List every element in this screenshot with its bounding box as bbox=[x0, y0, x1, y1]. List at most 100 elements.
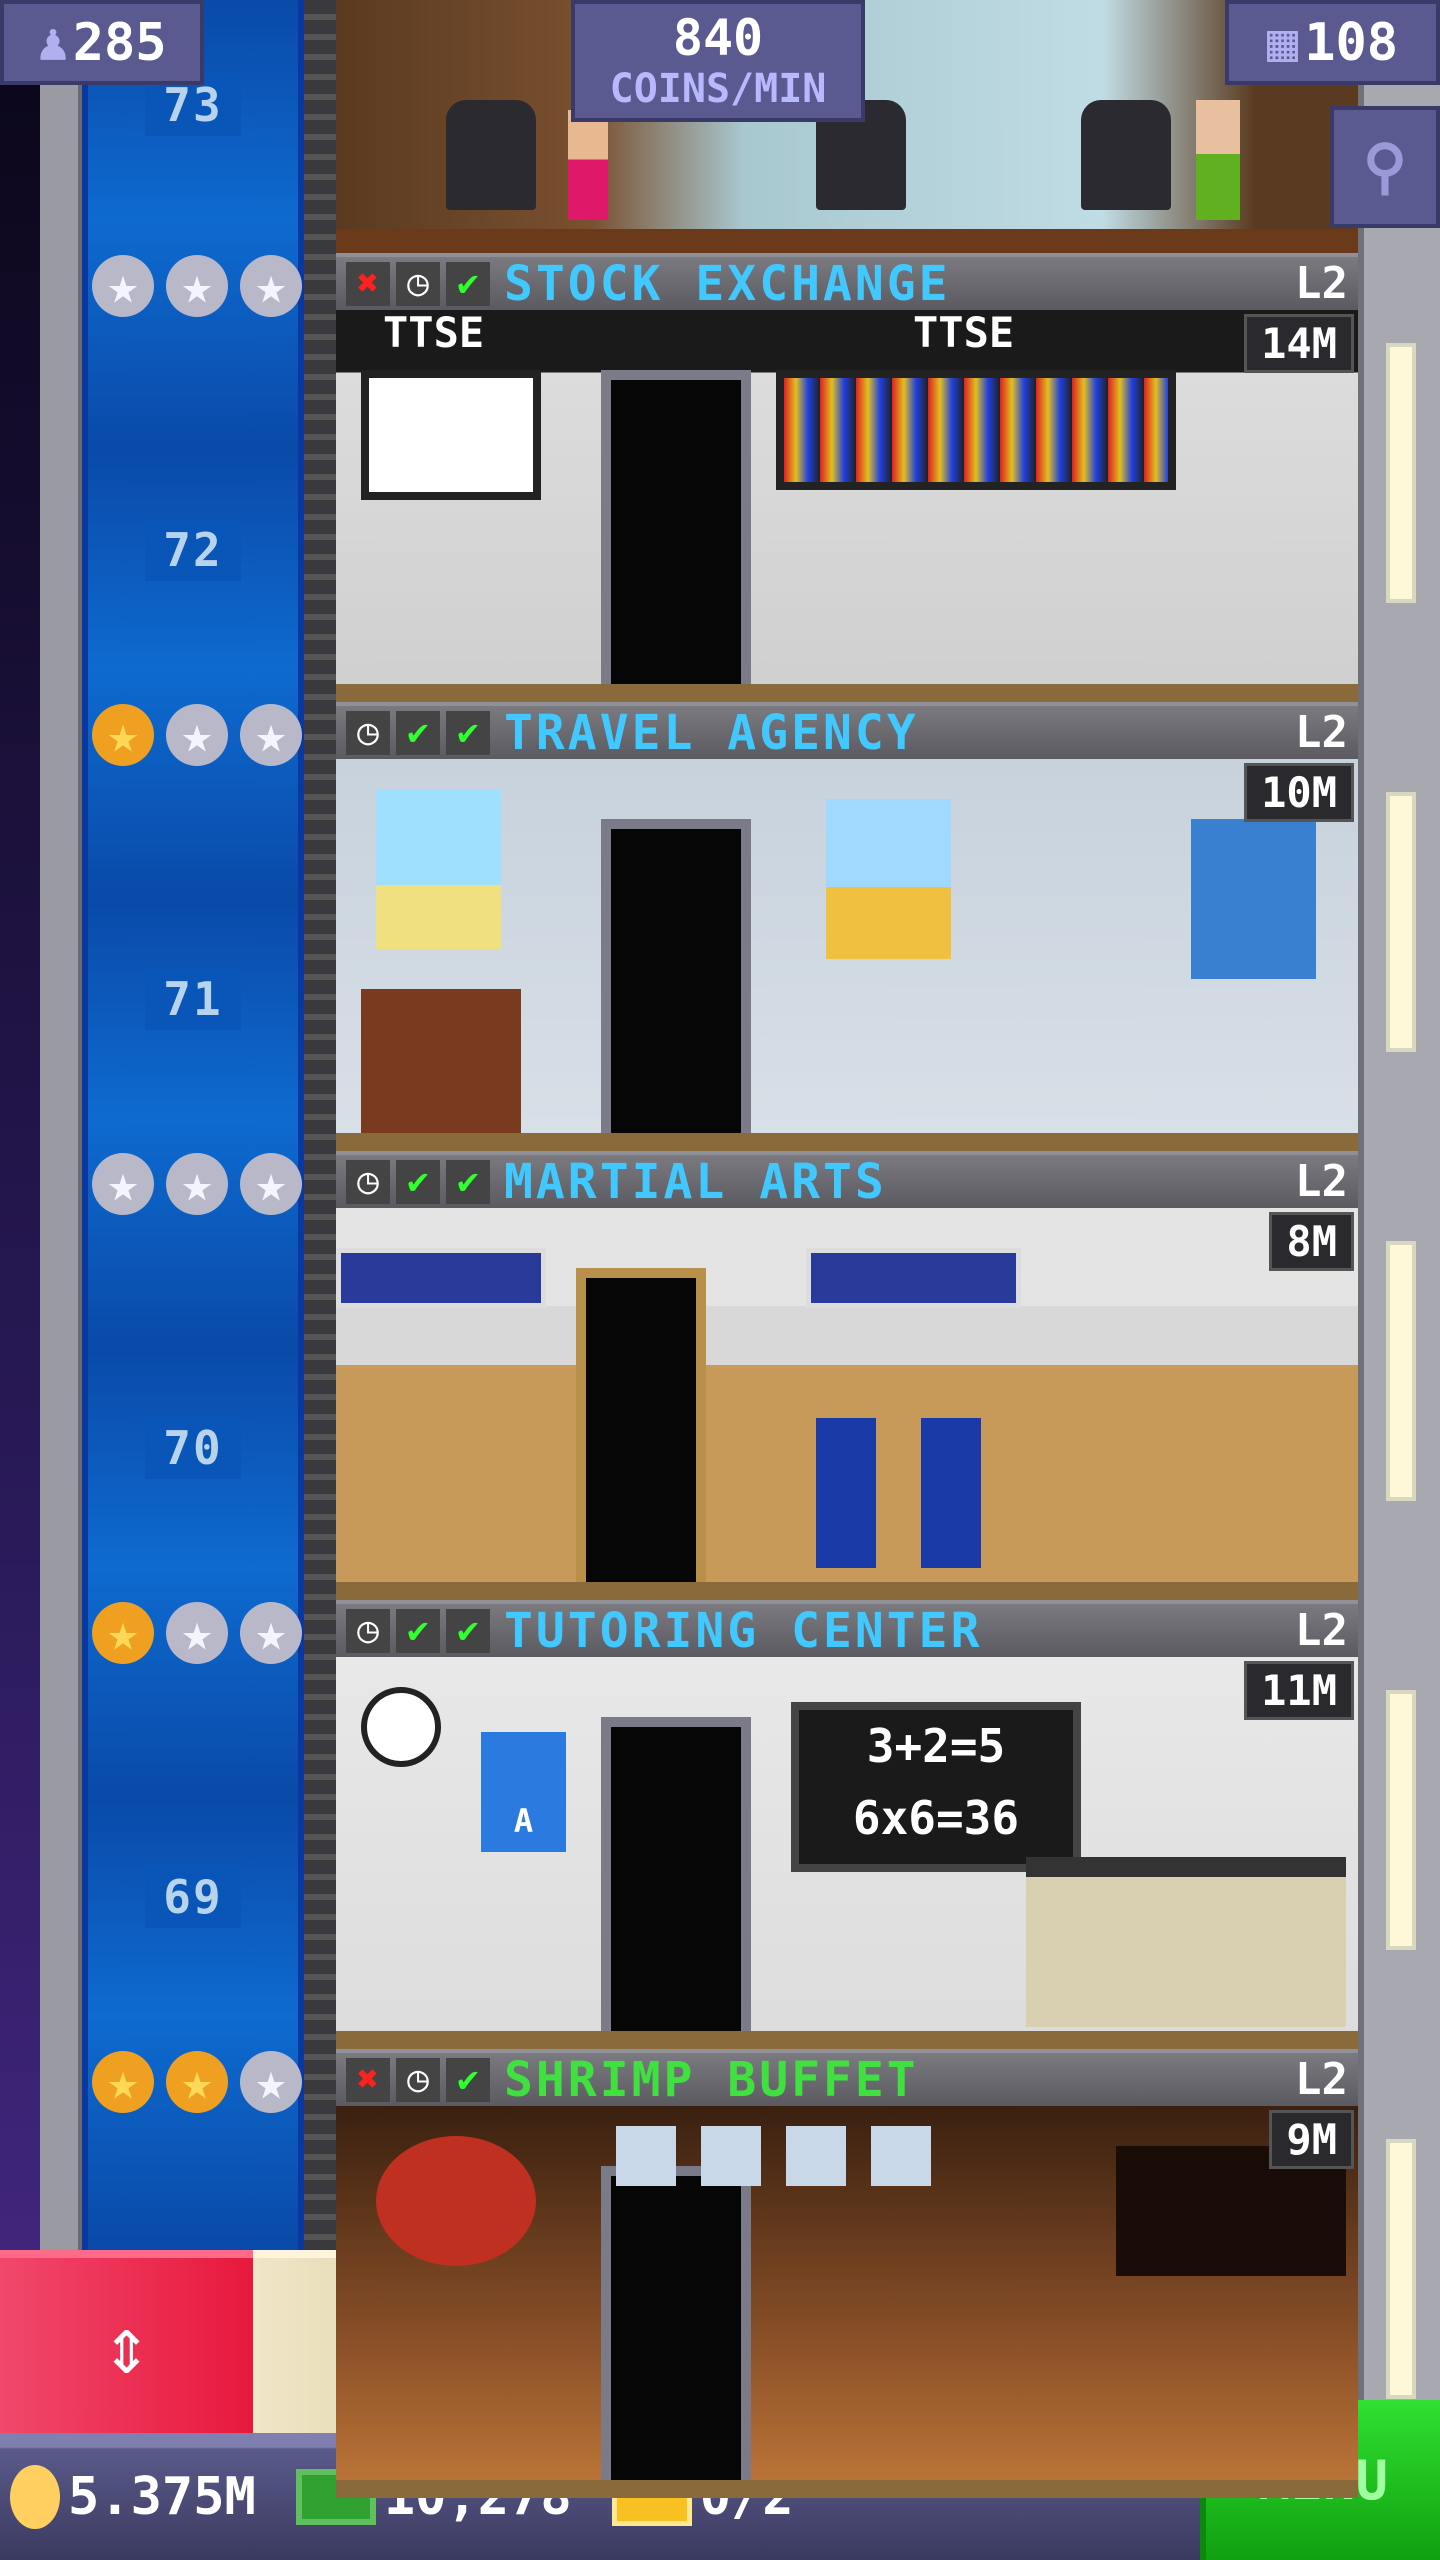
floor-label-bar[interactable]: ◷ ✔ ✔ TUTORING CENTER L2 bbox=[336, 1600, 1358, 1659]
clock-icon[interactable]: ◷ bbox=[346, 1159, 390, 1204]
silver-star-icon: ★ bbox=[240, 255, 302, 317]
clock-icon[interactable]: ◷ bbox=[396, 2057, 440, 2102]
door[interactable] bbox=[601, 2166, 751, 2498]
floor-level: L2 bbox=[1295, 258, 1348, 309]
tower-window bbox=[1386, 2139, 1416, 2399]
check-icon[interactable]: ✔ bbox=[396, 1608, 440, 1653]
tenant-pink[interactable] bbox=[568, 110, 608, 220]
floor-label-bar[interactable]: ◷ ✔ ✔ TRAVEL AGENCY L2 bbox=[336, 702, 1358, 761]
stock-sign: TTSE bbox=[901, 310, 1027, 357]
silver-star-icon: ★ bbox=[166, 1153, 228, 1215]
floor-level: L2 bbox=[1295, 1156, 1348, 1207]
floor-label-bar[interactable]: ◷ ✔ ✔ MARTIAL ARTS L2 bbox=[336, 1151, 1358, 1210]
search-button[interactable]: ⚲ bbox=[1330, 106, 1440, 228]
floor-label-bar[interactable]: ✖ ◷ ✔ SHRIMP BUFFET L2 bbox=[336, 2049, 1358, 2108]
silver-star-icon: ★ bbox=[166, 255, 228, 317]
population-value: 285 bbox=[72, 12, 167, 73]
plates-shelf bbox=[616, 2126, 956, 2186]
floor-stars: ★ ★ ★ bbox=[92, 255, 302, 317]
banner-sign bbox=[806, 1248, 1021, 1308]
check-icon[interactable]: ✔ bbox=[396, 710, 440, 755]
punching-bag bbox=[921, 1418, 981, 1568]
floor-strip bbox=[336, 1582, 1358, 1600]
beach-poster bbox=[376, 789, 501, 949]
check-icon[interactable]: ✔ bbox=[446, 710, 490, 755]
check-icon[interactable]: ✔ bbox=[446, 261, 490, 306]
clock-icon[interactable]: ◷ bbox=[346, 1608, 390, 1653]
floor-label-bar[interactable]: ✖ ◷ ✔ STOCK EXCHANGE L2 bbox=[336, 253, 1358, 312]
floor-number: 72 bbox=[82, 519, 304, 581]
tower-window bbox=[1386, 1690, 1416, 1950]
tower-pillar bbox=[40, 0, 82, 2560]
stock-sign: TTSE bbox=[371, 310, 497, 357]
floor-number-value: 70 bbox=[145, 1417, 241, 1479]
floor-strip bbox=[336, 2480, 1358, 2498]
floor-income-badge: 11M bbox=[1244, 1661, 1354, 1720]
tower-window bbox=[1386, 1241, 1416, 1501]
gold-star-icon: ★ bbox=[166, 2051, 228, 2113]
coins-per-min-label: COINS/MIN bbox=[609, 66, 827, 112]
floor-room-tutor[interactable]: 3+2=5 6x6=36 A 11M bbox=[336, 1657, 1358, 2049]
clock-icon[interactable]: ◷ bbox=[346, 710, 390, 755]
chalkboard-line: 6x6=36 bbox=[852, 1791, 1020, 1845]
floor-income-badge: 9M bbox=[1269, 2110, 1354, 2169]
floor-room-travel[interactable]: 10M bbox=[336, 759, 1358, 1151]
silver-star-icon: ★ bbox=[240, 1602, 302, 1664]
wall-clock-icon bbox=[361, 1687, 441, 1767]
floor-name: TRAVEL AGENCY bbox=[504, 704, 919, 761]
floor-number: 73 bbox=[82, 74, 304, 136]
door[interactable] bbox=[601, 1717, 751, 2049]
up-down-arrows-icon: ⇕ bbox=[102, 2299, 151, 2392]
x-icon[interactable]: ✖ bbox=[346, 2057, 390, 2102]
chalkboard-line: 3+2=5 bbox=[866, 1719, 1006, 1773]
brochure-shelf bbox=[361, 989, 521, 1151]
person-icon: ♟ bbox=[37, 12, 69, 73]
floor-level: L2 bbox=[1295, 707, 1348, 758]
floor-level: L2 bbox=[1295, 2054, 1348, 2105]
floor-room-shrimp[interactable]: 9M bbox=[336, 2106, 1358, 2498]
floor-name: MARTIAL ARTS bbox=[504, 1153, 887, 1210]
floor-counter[interactable]: ▦ 108 bbox=[1225, 0, 1440, 85]
punching-bag bbox=[816, 1418, 876, 1568]
floor-number: 71 bbox=[82, 968, 304, 1030]
tower-window bbox=[1386, 792, 1416, 1052]
floor-income-badge: 14M bbox=[1244, 314, 1354, 373]
floor-name: TUTORING CENTER bbox=[504, 1602, 983, 1659]
space-background bbox=[0, 0, 40, 2560]
population-counter[interactable]: ♟ 285 bbox=[0, 0, 204, 85]
check-icon[interactable]: ✔ bbox=[446, 1159, 490, 1204]
check-icon[interactable]: ✔ bbox=[396, 1159, 440, 1204]
floor-level: L2 bbox=[1295, 1605, 1348, 1656]
tenant-green[interactable] bbox=[1196, 100, 1240, 220]
floor-strip bbox=[336, 684, 1358, 702]
floor-income-badge: 10M bbox=[1244, 763, 1354, 822]
shrimp-display bbox=[376, 2136, 536, 2266]
building-icon: ▦ bbox=[1266, 12, 1299, 73]
coins-per-min-value: 840 bbox=[672, 9, 764, 67]
silver-star-icon: ★ bbox=[240, 1153, 302, 1215]
magnifier-icon: ⚲ bbox=[1363, 132, 1407, 202]
door[interactable] bbox=[601, 819, 751, 1151]
tower-right-wall bbox=[1358, 0, 1440, 2450]
office-chair bbox=[446, 100, 536, 210]
floor-stars: ★ ★ ★ bbox=[92, 704, 302, 766]
check-icon[interactable]: ✔ bbox=[446, 1608, 490, 1653]
silver-star-icon: ★ bbox=[166, 704, 228, 766]
floor-room-stock[interactable]: TTSE TTSE 14M bbox=[336, 310, 1358, 702]
clock-icon[interactable]: ◷ bbox=[396, 261, 440, 306]
coins-value: 5.375M bbox=[68, 2466, 256, 2527]
elevator-button[interactable]: ⇕ bbox=[0, 2250, 253, 2433]
banner-sign bbox=[336, 1248, 546, 1308]
floor-stars: ★ ★ ★ bbox=[92, 1602, 302, 1664]
office-chair bbox=[1081, 100, 1171, 210]
elevator-rail bbox=[304, 0, 336, 2450]
door[interactable] bbox=[576, 1268, 706, 1600]
door[interactable] bbox=[601, 370, 751, 702]
check-icon[interactable]: ✔ bbox=[446, 2057, 490, 2102]
silver-star-icon: ★ bbox=[92, 255, 154, 317]
coins-per-min-panel[interactable]: 840 COINS/MIN bbox=[571, 0, 865, 122]
floor-room-martial[interactable]: 8M bbox=[336, 1208, 1358, 1600]
silver-star-icon: ★ bbox=[92, 1153, 154, 1215]
x-icon[interactable]: ✖ bbox=[346, 261, 390, 306]
floor-name: STOCK EXCHANGE bbox=[504, 255, 951, 312]
